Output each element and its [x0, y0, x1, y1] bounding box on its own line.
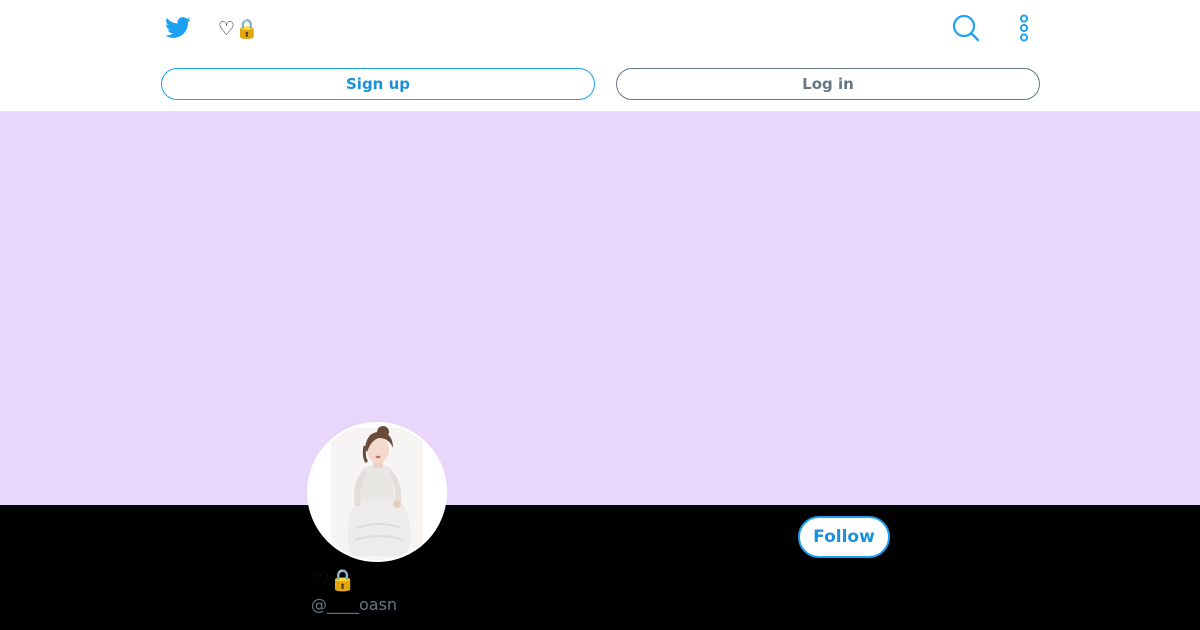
vertical-ellipsis-icon[interactable] — [1016, 14, 1032, 42]
profile-avatar[interactable] — [307, 422, 447, 562]
profile-photo — [309, 424, 445, 560]
profile-display-name: ♡🔒 — [311, 568, 356, 592]
profile-banner — [0, 112, 1200, 505]
search-icon[interactable] — [952, 14, 980, 42]
top-navigation-bar: ♡🔒 Sign up Log in — [0, 0, 1200, 112]
profile-name-header: ♡🔒 — [218, 18, 259, 40]
twitter-bird-icon[interactable] — [163, 14, 192, 41]
follow-button[interactable]: Follow — [798, 516, 890, 558]
profile-handle: @____oasn — [311, 595, 398, 614]
log-in-button[interactable]: Log in — [616, 68, 1040, 100]
sign-up-button[interactable]: Sign up — [161, 68, 595, 100]
